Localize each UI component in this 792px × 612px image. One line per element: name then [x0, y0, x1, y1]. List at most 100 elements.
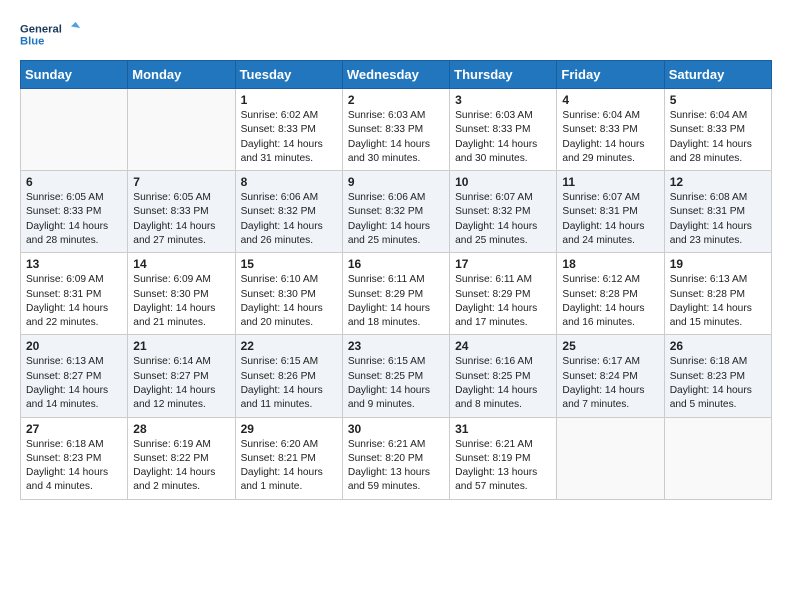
calendar-cell — [128, 89, 235, 171]
col-header-saturday: Saturday — [664, 61, 771, 89]
day-number: 17 — [455, 257, 551, 271]
day-number: 2 — [348, 93, 444, 107]
day-number: 28 — [133, 422, 229, 436]
svg-text:Blue: Blue — [20, 36, 44, 48]
day-number: 9 — [348, 175, 444, 189]
calendar-cell: 29 Sunrise: 6:20 AM Sunset: 8:21 PM Dayli… — [235, 417, 342, 499]
day-info: Sunrise: 6:05 AM Sunset: 8:33 PM Dayligh… — [26, 191, 122, 248]
calendar-header: SundayMondayTuesdayWednesdayThursdayFrid… — [21, 61, 772, 89]
day-number: 23 — [348, 339, 444, 353]
calendar-cell: 19 Sunrise: 6:13 AM Sunset: 8:28 PM Dayli… — [664, 253, 771, 335]
day-info: Sunrise: 6:12 AM Sunset: 8:28 PM Dayligh… — [562, 273, 658, 330]
calendar-week-0: 1 Sunrise: 6:02 AM Sunset: 8:33 PM Daylig… — [21, 89, 772, 171]
day-number: 3 — [455, 93, 551, 107]
day-number: 6 — [26, 175, 122, 189]
calendar-cell: 1 Sunrise: 6:02 AM Sunset: 8:33 PM Daylig… — [235, 89, 342, 171]
day-info: Sunrise: 6:18 AM Sunset: 8:23 PM Dayligh… — [670, 355, 766, 412]
calendar-cell: 7 Sunrise: 6:05 AM Sunset: 8:33 PM Daylig… — [128, 171, 235, 253]
calendar-cell: 11 Sunrise: 6:07 AM Sunset: 8:31 PM Dayli… — [557, 171, 664, 253]
page-header: General Blue — [20, 16, 772, 52]
day-info: Sunrise: 6:15 AM Sunset: 8:25 PM Dayligh… — [348, 355, 444, 412]
col-header-thursday: Thursday — [450, 61, 557, 89]
col-header-sunday: Sunday — [21, 61, 128, 89]
col-header-tuesday: Tuesday — [235, 61, 342, 89]
calendar-cell: 28 Sunrise: 6:19 AM Sunset: 8:22 PM Dayli… — [128, 417, 235, 499]
day-number: 26 — [670, 339, 766, 353]
day-info: Sunrise: 6:05 AM Sunset: 8:33 PM Dayligh… — [133, 191, 229, 248]
day-number: 27 — [26, 422, 122, 436]
day-number: 22 — [241, 339, 337, 353]
calendar-cell: 6 Sunrise: 6:05 AM Sunset: 8:33 PM Daylig… — [21, 171, 128, 253]
day-number: 10 — [455, 175, 551, 189]
calendar-cell: 25 Sunrise: 6:17 AM Sunset: 8:24 PM Dayli… — [557, 335, 664, 417]
day-number: 16 — [348, 257, 444, 271]
calendar-cell: 10Sunrise: 6:07 AM Sunset: 8:32 PM Dayli… — [450, 171, 557, 253]
day-info: Sunrise: 6:20 AM Sunset: 8:21 PM Dayligh… — [241, 438, 337, 495]
day-info: Sunrise: 6:11 AM Sunset: 8:29 PM Dayligh… — [455, 273, 551, 330]
day-number: 1 — [241, 93, 337, 107]
calendar-cell: 30 Sunrise: 6:21 AM Sunset: 8:20 PM Dayli… — [342, 417, 449, 499]
day-info: Sunrise: 6:19 AM Sunset: 8:22 PM Dayligh… — [133, 438, 229, 495]
svg-text:General: General — [20, 24, 62, 36]
day-number: 5 — [670, 93, 766, 107]
col-header-friday: Friday — [557, 61, 664, 89]
day-info: Sunrise: 6:17 AM Sunset: 8:24 PM Dayligh… — [562, 355, 658, 412]
calendar-cell — [557, 417, 664, 499]
day-number: 21 — [133, 339, 229, 353]
calendar-cell: 21 Sunrise: 6:14 AM Sunset: 8:27 PM Dayli… — [128, 335, 235, 417]
day-number: 11 — [562, 175, 658, 189]
calendar-cell: 23 Sunrise: 6:15 AM Sunset: 8:25 PM Dayli… — [342, 335, 449, 417]
calendar-cell — [664, 417, 771, 499]
day-number: 31 — [455, 422, 551, 436]
day-number: 19 — [670, 257, 766, 271]
day-number: 7 — [133, 175, 229, 189]
day-info: Sunrise: 6:06 AM Sunset: 8:32 PM Dayligh… — [241, 191, 337, 248]
calendar-table: SundayMondayTuesdayWednesdayThursdayFrid… — [20, 60, 772, 500]
day-number: 20 — [26, 339, 122, 353]
calendar-cell: 31 Sunrise: 6:21 AM Sunset: 8:19 PM Dayli… — [450, 417, 557, 499]
day-info: Sunrise: 6:18 AM Sunset: 8:23 PM Dayligh… — [26, 438, 122, 495]
calendar-cell: 18 Sunrise: 6:12 AM Sunset: 8:28 PM Dayli… — [557, 253, 664, 335]
day-number: 14 — [133, 257, 229, 271]
day-number: 25 — [562, 339, 658, 353]
day-info: Sunrise: 6:21 AM Sunset: 8:20 PM Dayligh… — [348, 438, 444, 495]
calendar-cell: 4 Sunrise: 6:04 AM Sunset: 8:33 PM Daylig… — [557, 89, 664, 171]
calendar-cell: 26 Sunrise: 6:18 AM Sunset: 8:23 PM Dayli… — [664, 335, 771, 417]
day-number: 12 — [670, 175, 766, 189]
day-info: Sunrise: 6:21 AM Sunset: 8:19 PM Dayligh… — [455, 438, 551, 495]
day-info: Sunrise: 6:07 AM Sunset: 8:31 PM Dayligh… — [562, 191, 658, 248]
day-number: 30 — [348, 422, 444, 436]
calendar-cell: 20Sunrise: 6:13 AM Sunset: 8:27 PM Dayli… — [21, 335, 128, 417]
day-number: 18 — [562, 257, 658, 271]
day-info: Sunrise: 6:09 AM Sunset: 8:31 PM Dayligh… — [26, 273, 122, 330]
day-info: Sunrise: 6:04 AM Sunset: 8:33 PM Dayligh… — [562, 109, 658, 166]
calendar-week-4: 27 Sunrise: 6:18 AM Sunset: 8:23 PM Dayli… — [21, 417, 772, 499]
day-info: Sunrise: 6:03 AM Sunset: 8:33 PM Dayligh… — [455, 109, 551, 166]
calendar-cell: 8Sunrise: 6:06 AM Sunset: 8:32 PM Daylig… — [235, 171, 342, 253]
day-info: Sunrise: 6:09 AM Sunset: 8:30 PM Dayligh… — [133, 273, 229, 330]
col-header-monday: Monday — [128, 61, 235, 89]
day-info: Sunrise: 6:14 AM Sunset: 8:27 PM Dayligh… — [133, 355, 229, 412]
day-info: Sunrise: 6:15 AM Sunset: 8:26 PM Dayligh… — [241, 355, 337, 412]
calendar-cell: 3 Sunrise: 6:03 AM Sunset: 8:33 PM Daylig… — [450, 89, 557, 171]
day-info: Sunrise: 6:02 AM Sunset: 8:33 PM Dayligh… — [241, 109, 337, 166]
calendar-cell: 14 Sunrise: 6:09 AM Sunset: 8:30 PM Dayli… — [128, 253, 235, 335]
calendar-cell: 12 Sunrise: 6:08 AM Sunset: 8:31 PM Dayli… — [664, 171, 771, 253]
day-number: 15 — [241, 257, 337, 271]
day-info: Sunrise: 6:06 AM Sunset: 8:32 PM Dayligh… — [348, 191, 444, 248]
day-info: Sunrise: 6:08 AM Sunset: 8:31 PM Dayligh… — [670, 191, 766, 248]
logo-svg: General Blue — [20, 16, 80, 52]
day-number: 24 — [455, 339, 551, 353]
calendar-cell: 5 Sunrise: 6:04 AM Sunset: 8:33 PM Daylig… — [664, 89, 771, 171]
day-info: Sunrise: 6:03 AM Sunset: 8:33 PM Dayligh… — [348, 109, 444, 166]
day-number: 4 — [562, 93, 658, 107]
calendar-cell: 13Sunrise: 6:09 AM Sunset: 8:31 PM Dayli… — [21, 253, 128, 335]
day-number: 29 — [241, 422, 337, 436]
day-info: Sunrise: 6:04 AM Sunset: 8:33 PM Dayligh… — [670, 109, 766, 166]
calendar-week-2: 13Sunrise: 6:09 AM Sunset: 8:31 PM Dayli… — [21, 253, 772, 335]
calendar-cell: 17 Sunrise: 6:11 AM Sunset: 8:29 PM Dayli… — [450, 253, 557, 335]
day-info: Sunrise: 6:11 AM Sunset: 8:29 PM Dayligh… — [348, 273, 444, 330]
calendar-cell: 16 Sunrise: 6:11 AM Sunset: 8:29 PM Dayli… — [342, 253, 449, 335]
day-info: Sunrise: 6:13 AM Sunset: 8:28 PM Dayligh… — [670, 273, 766, 330]
calendar-cell: 27 Sunrise: 6:18 AM Sunset: 8:23 PM Dayli… — [21, 417, 128, 499]
